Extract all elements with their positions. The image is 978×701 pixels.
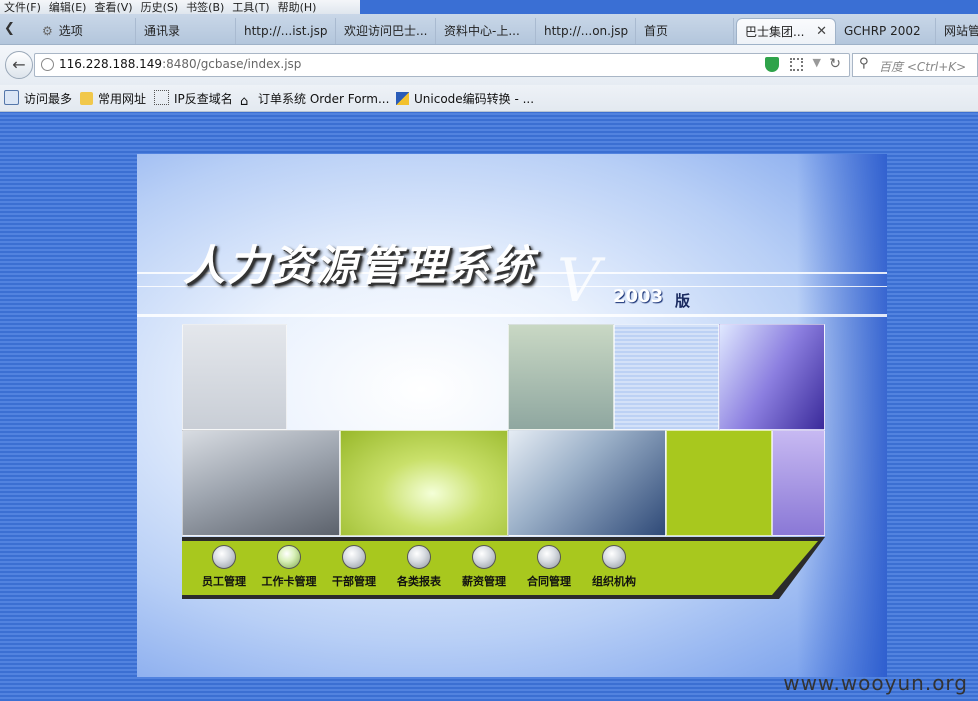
- chevron-down-icon[interactable]: ▼: [813, 56, 821, 69]
- bookmark-most-visited[interactable]: 访问最多: [4, 90, 72, 107]
- qr-code-icon[interactable]: [790, 58, 803, 71]
- orb-button-icon: [602, 545, 626, 569]
- bookmark-common-sites[interactable]: 常用网址: [80, 90, 146, 107]
- address-bar[interactable]: 116.228.188.149:8480/gcbase/index.jsp ▼ …: [34, 53, 850, 77]
- folder-icon: [80, 92, 93, 105]
- collage-tile: [614, 324, 719, 430]
- nav-reports[interactable]: 各类报表: [387, 545, 451, 589]
- orb-button-icon: [407, 545, 431, 569]
- navigation-bar: ← 116.228.188.149:8480/gcbase/index.jsp …: [0, 45, 978, 85]
- tab-gchrp[interactable]: GCHRP 2002: [836, 18, 936, 44]
- collage-tile: [182, 324, 287, 430]
- url-text: 116.228.188.149:8480/gcbase/index.jsp: [59, 57, 302, 71]
- stairs-photo: [182, 430, 340, 536]
- menu-tools[interactable]: 工具(T): [232, 2, 269, 14]
- menu-history[interactable]: 历史(S): [141, 2, 179, 14]
- search-placeholder: 百度 <Ctrl+K>: [879, 60, 967, 74]
- orb-button-icon: [342, 545, 366, 569]
- module-nav-bar: 员工管理 工作卡管理 干部管理 各类报表 薪资管理 合同管理 组织机构: [182, 537, 825, 599]
- system-title: 人力资源管理系统: [183, 241, 536, 290]
- menu-edit[interactable]: 编辑(E): [49, 2, 87, 14]
- tab-contacts[interactable]: 通讯录: [136, 18, 236, 44]
- tab-scroll-left-icon[interactable]: ❮: [4, 21, 15, 36]
- orb-button-icon: [277, 545, 301, 569]
- menu-view[interactable]: 查看(V): [94, 2, 132, 14]
- green-tile: [666, 430, 772, 536]
- hr-system-panel: 人力资源管理系统 V 2003 版 员工管理 工作卡管理 干部管理 各类报表 薪…: [137, 154, 887, 677]
- close-icon[interactable]: ✕: [816, 19, 827, 44]
- bookmark-ip-lookup[interactable]: IP反查域名: [154, 90, 233, 107]
- reload-icon[interactable]: ↻: [829, 56, 841, 72]
- page-content: 人力资源管理系统 V 2003 版 员工管理 工作卡管理 干部管理 各类报表 薪…: [0, 112, 978, 701]
- green-light-photo: [340, 430, 508, 536]
- version-mark: V: [557, 246, 601, 316]
- nav-organization[interactable]: 组织机构: [582, 545, 646, 589]
- search-page-icon: [4, 90, 19, 105]
- nav-contract-management[interactable]: 合同管理: [517, 545, 581, 589]
- menu-file[interactable]: 文件(F): [4, 2, 41, 14]
- orb-button-icon: [212, 545, 236, 569]
- photo-collage: [182, 324, 825, 536]
- orb-button-icon: [537, 545, 561, 569]
- tab-list-jsp[interactable]: http://...ist.jsp: [236, 18, 336, 44]
- version-number: 2003: [613, 286, 664, 307]
- tab-data-center[interactable]: 资料中心-上...: [436, 18, 536, 44]
- corridor-photo: [719, 324, 825, 430]
- divider: [137, 314, 887, 317]
- globe-icon: [41, 58, 54, 71]
- search-input[interactable]: ⚲ 百度 <Ctrl+K>: [852, 53, 978, 77]
- orb-button-icon: [472, 545, 496, 569]
- watermark: www.wooyun.org: [783, 671, 968, 695]
- control-room-photo: [508, 324, 614, 430]
- tab-options[interactable]: ⚙ 选项: [34, 18, 136, 44]
- menu-bar: 文件(F) 编辑(E) 查看(V) 历史(S) 书签(B) 工具(T) 帮助(H): [0, 0, 360, 14]
- tab-strip: ❮ ⚙ 选项 通讯录 http://...ist.jsp 欢迎访问巴士... 资料…: [0, 14, 978, 45]
- nav-work-card-management[interactable]: 工作卡管理: [257, 545, 321, 589]
- tab-bus-group[interactable]: 巴士集团... ✕: [736, 18, 836, 44]
- home-icon: ⌂: [240, 94, 249, 109]
- bookmark-order-system[interactable]: ⌂ 订单系统 Order Form...: [240, 90, 389, 109]
- search-icon: ⚲: [859, 56, 869, 71]
- bookmark-unicode[interactable]: Unicode编码转换 - ...: [396, 90, 534, 107]
- gear-icon: ⚙: [42, 24, 53, 38]
- menu-bookmarks[interactable]: 书签(B): [186, 2, 224, 14]
- tab-welcome[interactable]: 欢迎访问巴士...: [336, 18, 436, 44]
- nav-salary-management[interactable]: 薪资管理: [452, 545, 516, 589]
- app-icon: [396, 92, 409, 105]
- nav-cadre-management[interactable]: 干部管理: [322, 545, 386, 589]
- collage-tile: [772, 430, 825, 536]
- nav-employee-management[interactable]: 员工管理: [192, 545, 256, 589]
- tab-on-jsp[interactable]: http://...on.jsp: [536, 18, 636, 44]
- operators-photo: [508, 430, 666, 536]
- shield-icon[interactable]: [765, 57, 779, 72]
- back-arrow-icon: ←: [12, 55, 26, 74]
- version-label: 版: [675, 292, 691, 310]
- bookmarks-bar: 访问最多 常用网址 IP反查域名 ⌂ 订单系统 Order Form... Uni…: [0, 85, 978, 112]
- tab-home[interactable]: 首页: [636, 18, 734, 44]
- menu-help[interactable]: 帮助(H): [278, 2, 317, 14]
- tab-site-admin[interactable]: 网站管: [936, 18, 978, 44]
- back-button[interactable]: ←: [5, 51, 33, 79]
- dotted-page-icon: [154, 90, 169, 105]
